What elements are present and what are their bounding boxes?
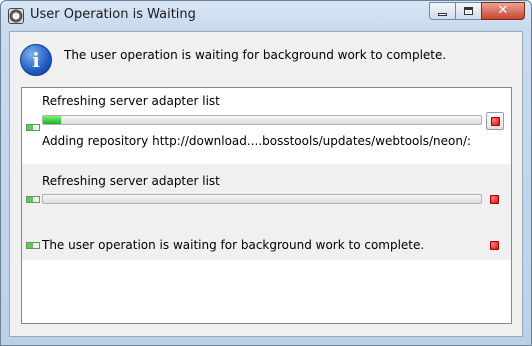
progress-bar	[42, 115, 482, 125]
dialog-body: i The user operation is waiting for back…	[9, 31, 523, 337]
close-button[interactable]: ✕	[481, 2, 525, 20]
cancel-job-button[interactable]	[486, 237, 504, 255]
info-icon: i	[20, 44, 52, 76]
job-detail: Adding repository http://download....bos…	[42, 134, 472, 148]
title-bar[interactable]: User Operation is Waiting ✕	[1, 1, 531, 31]
job-item: Refreshing server adapter list Adding re…	[22, 88, 511, 164]
window-controls: ✕	[429, 2, 525, 20]
job-item: The user operation is waiting for backgr…	[22, 232, 511, 260]
stop-icon	[490, 241, 499, 250]
app-icon	[8, 8, 24, 24]
job-name: Refreshing server adapter list	[42, 174, 220, 188]
minimize-button[interactable]	[429, 2, 455, 20]
window-title: User Operation is Waiting	[30, 7, 196, 22]
stop-icon	[491, 117, 500, 126]
header-message: The user operation is waiting for backgr…	[64, 48, 447, 62]
job-progress-icon	[26, 196, 40, 203]
maximize-button[interactable]	[455, 2, 481, 20]
job-item: Refreshing server adapter list	[22, 164, 511, 232]
job-name: The user operation is waiting for backgr…	[42, 238, 425, 252]
stop-icon	[490, 195, 499, 204]
job-name: Refreshing server adapter list	[42, 94, 220, 108]
job-list: Refreshing server adapter list Adding re…	[21, 87, 512, 324]
close-icon: ✕	[497, 3, 509, 18]
dialog-window: User Operation is Waiting ✕ i The user o…	[0, 0, 532, 346]
progress-fill	[43, 116, 61, 124]
cancel-job-button[interactable]	[486, 112, 504, 130]
cancel-job-button[interactable]	[486, 191, 504, 209]
job-progress-icon	[26, 242, 40, 249]
job-progress-icon	[26, 124, 40, 131]
progress-bar	[42, 194, 482, 204]
